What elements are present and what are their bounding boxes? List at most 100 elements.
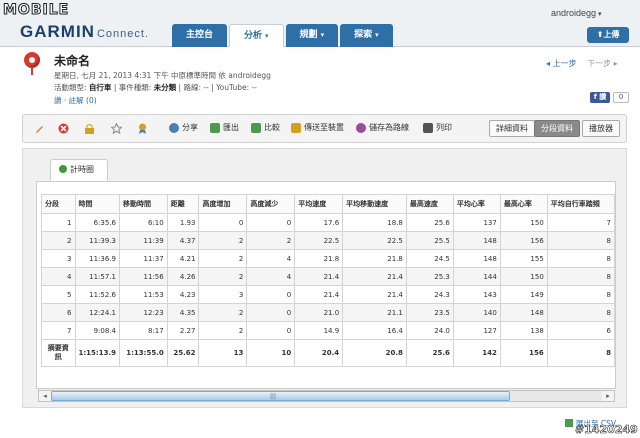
cell: 4.37 <box>166 231 200 250</box>
cell: 1 <box>41 213 76 232</box>
activity-type[interactable]: 自行車 <box>89 83 112 92</box>
table-row[interactable]: 6 12:24.1 12:23 4.35 2 0 21.0 21.1 23.5 140 148 8 <box>41 303 615 322</box>
cell: 8 <box>546 285 615 304</box>
col-distance[interactable]: 距離 <box>166 194 200 214</box>
cell: 11:57.1 <box>74 267 121 286</box>
table-row[interactable]: 3 11:36.9 11:37 4.21 2 4 21.8 21.8 24.5 148 155 8 <box>41 249 615 268</box>
cell: 24.0 <box>405 321 454 340</box>
col-max-speed[interactable]: 最高速度 <box>405 194 454 214</box>
gplus-count-button[interactable]: 0 <box>613 92 629 103</box>
cell: 22.5 <box>294 231 344 250</box>
cell: 3 <box>198 285 248 304</box>
tab-laps[interactable]: 計時圈 <box>50 159 108 181</box>
cell: 11:52.6 <box>74 285 121 304</box>
col-elev-loss[interactable]: 高度減少 <box>246 194 296 214</box>
cell: 156 <box>499 231 548 250</box>
cell: 3 <box>41 249 76 268</box>
cell: 9:08.4 <box>74 321 121 340</box>
horizontal-scrollbar[interactable]: ◂ ||| ▸ <box>38 390 615 402</box>
upload-button[interactable]: ⬆上傳 <box>587 27 629 43</box>
comments-link[interactable]: 註解 <box>69 96 84 105</box>
event-type[interactable]: 未分類 <box>154 83 177 92</box>
cell: 16.4 <box>342 321 407 340</box>
table-row[interactable]: 7 9:08.4 8:17 2.27 2 0 14.9 16.4 24.0 127 138 6 <box>41 321 615 340</box>
next-button[interactable]: 下一步 ▸ <box>587 59 618 68</box>
badge-icon[interactable] <box>137 123 148 134</box>
table-row[interactable]: 5 11:52.6 11:53 4.23 3 0 21.4 21.4 24.3 143 149 8 <box>41 285 615 304</box>
nav-tab-explore[interactable]: 探索 ▾ <box>340 24 393 47</box>
col-elev-gain[interactable]: 高度增加 <box>198 194 248 214</box>
cell: 143 <box>452 285 501 304</box>
printer-icon <box>423 122 433 133</box>
col-moving-time[interactable]: 移動時間 <box>119 194 168 214</box>
cell: 2 <box>246 231 296 250</box>
save-as-course-button[interactable]: 儲存為路線 <box>356 122 409 133</box>
cell: 6:35.6 <box>74 213 121 232</box>
cell: 11:36.9 <box>74 249 121 268</box>
col-avg-cadence[interactable]: 平均自行車踏頻 <box>546 194 615 214</box>
col-max-hr[interactable]: 最高心率 <box>499 194 548 214</box>
cell: 2 <box>198 231 248 250</box>
like-link[interactable]: 讚 <box>54 96 62 105</box>
col-avg-hr[interactable]: 平均心率 <box>452 194 501 214</box>
compare-button[interactable]: 比較 <box>251 122 280 133</box>
chevron-down-icon: ▾ <box>375 31 379 39</box>
cell: 21.8 <box>342 249 407 268</box>
cell: 149 <box>499 285 548 304</box>
view-player-button[interactable]: 播放器 <box>582 120 620 137</box>
table-row[interactable]: 4 11:57.1 11:56 4.26 2 4 21.4 21.4 25.3 144 150 8 <box>41 267 615 286</box>
export-button[interactable]: 匯出 <box>210 122 239 133</box>
share-button[interactable]: 分享 <box>169 122 198 133</box>
cell: 8 <box>546 249 615 268</box>
col-lap[interactable]: 分段 <box>41 194 76 214</box>
scroll-left-icon[interactable]: ◂ <box>39 391 51 401</box>
lock-icon[interactable] <box>84 123 95 134</box>
nav-tab-dashboard[interactable]: 主控台 <box>172 24 228 47</box>
scroll-right-icon[interactable]: ▸ <box>602 391 614 401</box>
activity-meta: 活動類型: 自行車 | 事件種類: 未分類 | 路線: -- | YouTube… <box>54 83 257 92</box>
cell: 2 <box>198 303 248 322</box>
facebook-like-button[interactable]: f 讚 <box>590 92 610 103</box>
cell: 1:15:13.9 <box>74 339 121 367</box>
activity-title[interactable]: 未命名 <box>54 52 90 69</box>
lap-timer-icon <box>59 165 67 173</box>
cell: 4.21 <box>166 249 200 268</box>
cell: 7 <box>546 213 615 232</box>
star-icon[interactable] <box>110 122 123 135</box>
cell: 4.35 <box>166 303 200 322</box>
cell: 25.3 <box>405 267 454 286</box>
cell: 8 <box>546 231 615 250</box>
cell: 0 <box>198 213 248 232</box>
cell: 20.4 <box>294 339 344 367</box>
mobile01-watermark: #1420249 <box>575 423 638 437</box>
activity-toolbar: 分享 匯出 比較 傳送至裝置 儲存為路線 列印 詳細資料 分段資料 播放器 <box>22 114 627 143</box>
cell: 156 <box>499 339 548 367</box>
summary-label: 摘要資訊 <box>41 339 76 367</box>
cell: 150 <box>499 213 548 232</box>
delete-icon[interactable] <box>58 123 69 134</box>
garmin-connect-logo[interactable]: GARMIN Connect. <box>20 22 149 42</box>
col-avg-speed[interactable]: 平均速度 <box>294 194 344 214</box>
print-button[interactable]: 列印 <box>423 122 452 133</box>
prev-button[interactable]: ◂ 上一步 <box>546 59 577 68</box>
table-row[interactable]: 1 6:35.6 6:10 1.93 0 0 17.6 18.8 25.6 137 150 7 <box>41 213 615 232</box>
cell: 4.23 <box>166 285 200 304</box>
send-to-device-button[interactable]: 傳送至裝置 <box>291 122 344 133</box>
col-avg-moving-speed[interactable]: 平均移動速度 <box>342 194 407 214</box>
nav-tab-plan[interactable]: 規劃 ▾ <box>285 24 339 47</box>
col-time[interactable]: 時間 <box>74 194 121 214</box>
cell: 24.3 <box>405 285 454 304</box>
table-row[interactable]: 2 11:39.3 11:39 4.37 2 2 22.5 22.5 25.5 148 156 8 <box>41 231 615 250</box>
cell: 22.5 <box>342 231 407 250</box>
table-header-row: 分段 時間 移動時間 距離 高度增加 高度減少 平均速度 平均移動速度 最高速度… <box>41 194 615 214</box>
view-splits-button[interactable]: 分段資料 <box>534 120 580 137</box>
nav-tab-analysis[interactable]: 分析 ▾ <box>229 24 284 47</box>
pencil-icon[interactable] <box>34 123 45 134</box>
cell: 25.6 <box>405 213 454 232</box>
username-menu[interactable]: androidegg <box>551 8 602 18</box>
cell: 25.62 <box>166 339 200 367</box>
scroll-thumb[interactable]: ||| <box>51 391 510 401</box>
cell: 0 <box>246 321 296 340</box>
view-details-button[interactable]: 詳細資料 <box>489 120 535 137</box>
activity-pager: ◂ 上一步 下一步 ▸ <box>546 58 618 69</box>
